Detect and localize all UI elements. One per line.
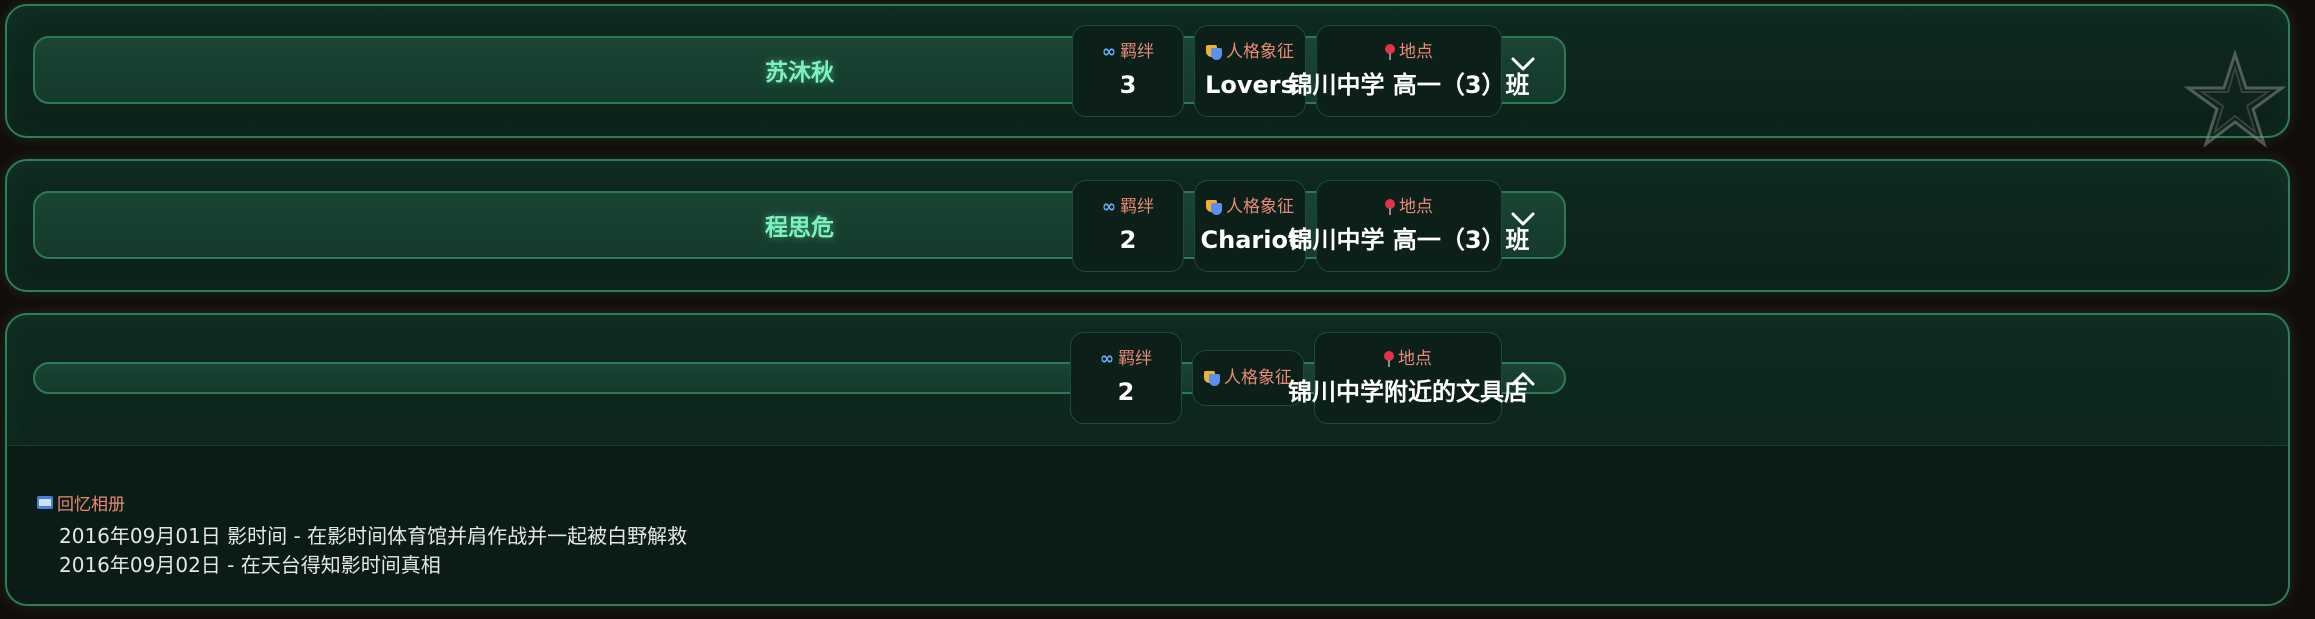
bond-label: 羁绊 bbox=[1120, 42, 1155, 62]
character-card: 苏沐秋 ∞ 羁绊 3 人格象征 Lovers 地点 锦川中学 高一（3）班 bbox=[5, 4, 2290, 138]
infinity-icon: ∞ bbox=[1099, 349, 1115, 369]
location-label: 地点 bbox=[1398, 349, 1432, 369]
chevron-down-icon[interactable] bbox=[1505, 201, 1541, 237]
bond-value: 2 bbox=[1117, 378, 1135, 406]
bond-label: 羁绊 bbox=[1118, 349, 1153, 369]
location-value: 锦川中学附近的文具店 bbox=[1288, 378, 1528, 406]
bond-value: 2 bbox=[1119, 226, 1137, 254]
theater-masks-icon bbox=[1204, 370, 1220, 386]
location-stat: 地点 锦川中学 高一（3）班 bbox=[1288, 180, 1530, 272]
infinity-icon: ∞ bbox=[1101, 42, 1117, 62]
pushpin-icon bbox=[1384, 351, 1394, 367]
location-stat: 地点 锦川中学 高一（3）班 bbox=[1288, 25, 1530, 117]
bond-stat: ∞ 羁绊 2 bbox=[1070, 332, 1182, 424]
location-label: 地点 bbox=[1399, 42, 1433, 62]
chevron-down-icon[interactable] bbox=[1505, 46, 1541, 82]
album-list: 2016年09月01日 影时间 - 在影时间体育馆并肩作战并一起被白野解救 20… bbox=[59, 522, 687, 580]
album-label: 回忆相册 bbox=[57, 495, 125, 515]
album-item: 2016年09月01日 影时间 - 在影时间体育馆并肩作战并一起被白野解救 bbox=[59, 524, 688, 548]
pushpin-icon bbox=[1385, 199, 1395, 215]
location-value: 锦川中学 高一（3）班 bbox=[1288, 71, 1530, 99]
card-header[interactable]: ∞ 羁绊 2 人格象征 地点 锦川中学附近的文具店 bbox=[7, 315, 2288, 445]
character-card: 程思危 ∞ 羁绊 2 人格象征 Chariot 地点 锦川中学 高一（3）班 bbox=[5, 159, 2290, 292]
star-decoration-icon bbox=[2183, 49, 2287, 149]
chevron-up-icon[interactable] bbox=[1505, 361, 1541, 397]
location-stat: 地点 锦川中学附近的文具店 bbox=[1288, 332, 1528, 424]
persona-label: 人格象征 bbox=[1226, 42, 1294, 62]
card-header[interactable]: 苏沐秋 ∞ 羁绊 3 人格象征 Lovers 地点 锦川中学 高一（3）班 bbox=[7, 6, 2288, 136]
card-header[interactable]: 程思危 ∞ 羁绊 2 人格象征 Chariot 地点 锦川中学 高一（3）班 bbox=[7, 161, 2288, 290]
infinity-icon: ∞ bbox=[1101, 197, 1117, 217]
persona-label: 人格象征 bbox=[1226, 197, 1294, 217]
theater-masks-icon bbox=[1206, 199, 1222, 215]
pushpin-icon bbox=[1385, 44, 1395, 60]
film-icon bbox=[37, 496, 53, 509]
album-title: 回忆相册 bbox=[37, 490, 125, 515]
album-item: 2016年09月02日 - 在天台得知影时间真相 bbox=[59, 553, 441, 577]
bond-stat: ∞ 羁绊 3 bbox=[1072, 25, 1184, 117]
location-value: 锦川中学 高一（3）班 bbox=[1288, 226, 1530, 254]
persona-value: Chariot bbox=[1200, 226, 1300, 254]
theater-masks-icon bbox=[1206, 44, 1222, 60]
persona-label: 人格象征 bbox=[1224, 368, 1292, 388]
location-label: 地点 bbox=[1399, 197, 1433, 217]
bond-label: 羁绊 bbox=[1120, 197, 1155, 217]
bond-value: 3 bbox=[1119, 71, 1137, 99]
persona-value: Lovers bbox=[1205, 71, 1295, 99]
bond-stat: ∞ 羁绊 2 bbox=[1072, 180, 1184, 272]
character-card-expanded: ∞ 羁绊 2 人格象征 地点 锦川中学附近的文具店 回忆相册 2016年09月0… bbox=[5, 313, 2290, 606]
